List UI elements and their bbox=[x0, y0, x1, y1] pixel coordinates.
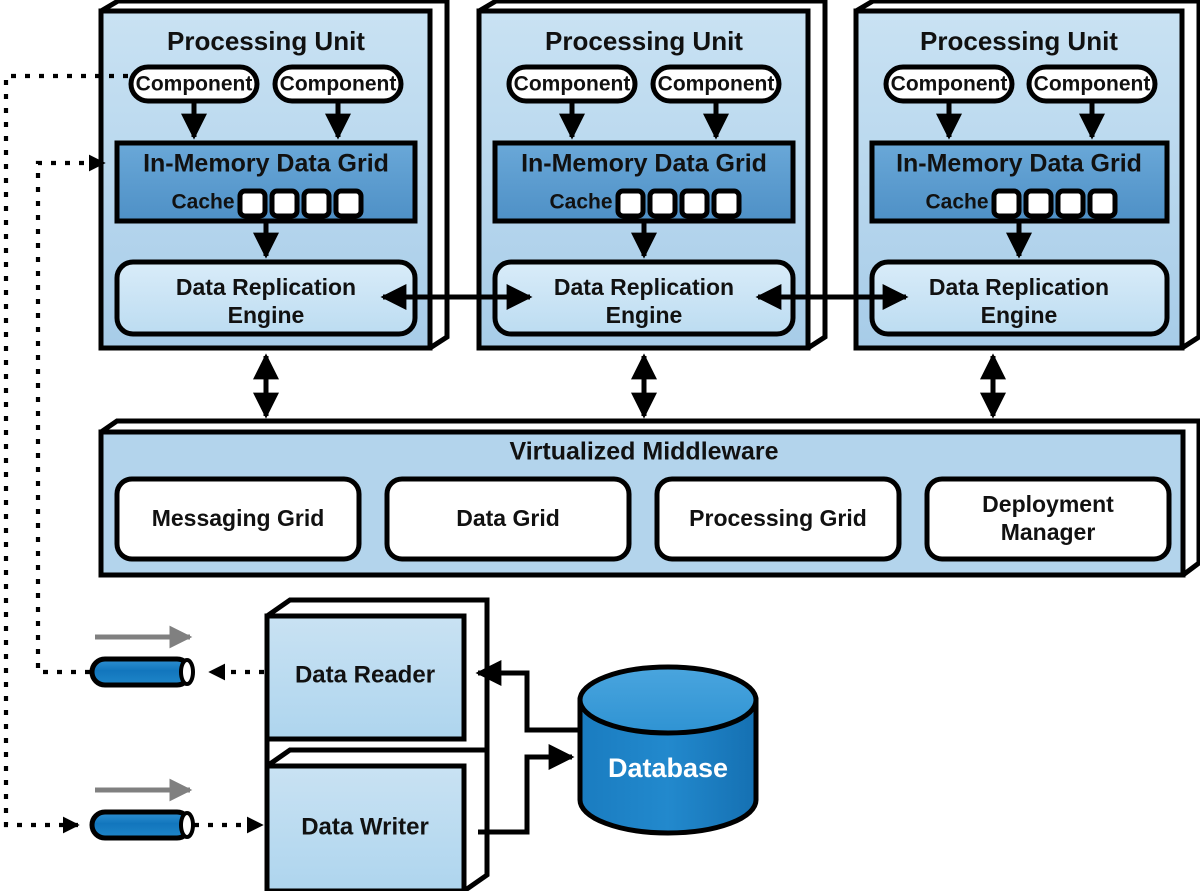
replication-engine-line1: Data Replication bbox=[176, 274, 356, 300]
data-writer-pipe[interactable] bbox=[89, 778, 195, 841]
data-writer[interactable]: Data Writer bbox=[264, 747, 490, 891]
database-to-reader-link bbox=[475, 660, 580, 733]
cache-slot-icon bbox=[1023, 188, 1054, 219]
reader-pipe-to-data-grid-dotted-link bbox=[35, 154, 106, 675]
data-pipe-icon bbox=[89, 656, 193, 688]
processing-unit-3[interactable]: Processing Unit Component Component In-M… bbox=[853, 0, 1200, 351]
service-label: Messaging Grid bbox=[152, 505, 325, 531]
cache-slot-icon bbox=[333, 188, 364, 219]
component-label: Component bbox=[136, 73, 253, 96]
pipe-opening-icon bbox=[179, 658, 195, 686]
space-based-architecture-diagram: Processing Unit Component Component In-M… bbox=[3, 0, 1200, 891]
replication-engine-line2: Engine bbox=[981, 302, 1058, 328]
processing-unit-title: Processing Unit bbox=[167, 26, 365, 56]
virtualized-middleware[interactable]: Virtualized Middleware Messaging Grid Da… bbox=[98, 418, 1200, 578]
pipe-opening-icon bbox=[179, 811, 195, 839]
service-label-line2: Manager bbox=[1001, 519, 1096, 545]
data-grid-label: In-Memory Data Grid bbox=[896, 150, 1142, 178]
data-reader-pipe[interactable] bbox=[89, 625, 195, 688]
cache-slot-icon bbox=[647, 188, 678, 219]
service-label: Data Grid bbox=[456, 505, 560, 531]
component-label: Component bbox=[514, 73, 631, 96]
cache-label: Cache bbox=[549, 191, 612, 214]
cache-label: Cache bbox=[171, 191, 234, 214]
cache-slot-icon bbox=[1055, 188, 1086, 219]
cache-slot-icon bbox=[237, 188, 268, 219]
component-label: Component bbox=[1034, 73, 1151, 96]
data-writer-label: Data Writer bbox=[301, 813, 429, 840]
database[interactable]: Database bbox=[577, 664, 759, 836]
component-label: Component bbox=[280, 73, 397, 96]
cache-slot-icon bbox=[301, 188, 332, 219]
processing-unit-title: Processing Unit bbox=[920, 26, 1118, 56]
data-reader-label: Data Reader bbox=[295, 661, 435, 688]
data-pipe-icon bbox=[89, 809, 193, 841]
cache-slot-icon bbox=[991, 188, 1022, 219]
data-grid-label: In-Memory Data Grid bbox=[143, 150, 389, 178]
replication-engine-line1: Data Replication bbox=[554, 274, 734, 300]
component-label: Component bbox=[891, 73, 1008, 96]
cache-slot-icon bbox=[269, 188, 300, 219]
writer-to-database-link bbox=[478, 744, 575, 835]
database-cylinder-top bbox=[577, 664, 759, 736]
middleware-title: Virtualized Middleware bbox=[509, 438, 778, 466]
database-label: Database bbox=[608, 753, 728, 783]
cache-label: Cache bbox=[925, 191, 988, 214]
service-label-line1: Deployment bbox=[982, 491, 1114, 517]
cache-slot-icon bbox=[615, 188, 646, 219]
diagram-canvas: Processing Unit Component Component In-M… bbox=[0, 0, 1200, 891]
replication-engine-line2: Engine bbox=[228, 302, 305, 328]
service-label: Processing Grid bbox=[689, 505, 867, 531]
processing-unit-title: Processing Unit bbox=[545, 26, 743, 56]
replication-engine-line1: Data Replication bbox=[929, 274, 1109, 300]
cache-slot-icon bbox=[711, 188, 742, 219]
component-label: Component bbox=[658, 73, 775, 96]
cache-slot-icon bbox=[679, 188, 710, 219]
data-grid-label: In-Memory Data Grid bbox=[521, 150, 767, 178]
cache-slot-icon bbox=[1087, 188, 1118, 219]
replication-engine-line2: Engine bbox=[606, 302, 683, 328]
